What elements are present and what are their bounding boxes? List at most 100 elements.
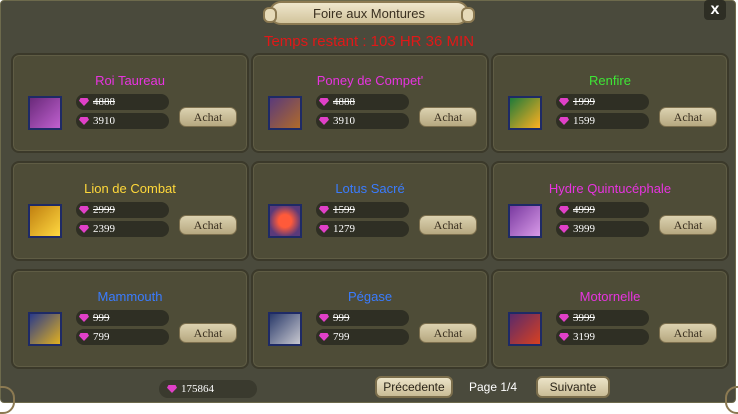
- gem-balance: 175864: [159, 380, 257, 398]
- price: 1279: [333, 223, 355, 235]
- gem-icon: [319, 117, 329, 125]
- gem-icon: [319, 225, 329, 233]
- gem-icon: [559, 314, 569, 322]
- old-price-row: 1599: [316, 202, 409, 218]
- buy-button[interactable]: Achat: [659, 107, 717, 127]
- price: 3999: [573, 223, 595, 235]
- price: 1599: [573, 115, 595, 127]
- mammoth-mount-icon[interactable]: [28, 312, 62, 346]
- mount-name: Lotus Sacré: [335, 181, 405, 196]
- gem-icon: [79, 225, 89, 233]
- gem-icon: [559, 206, 569, 214]
- old-price-row: 4888: [76, 94, 169, 110]
- old-price: 4888: [93, 96, 115, 108]
- window-title: Foire aux Montures: [263, 1, 475, 25]
- gem-icon: [319, 314, 329, 322]
- gem-icon: [559, 98, 569, 106]
- price-row: 3999: [556, 221, 649, 237]
- mount-name: Roi Taureau: [95, 73, 165, 88]
- gem-icon: [79, 98, 89, 106]
- old-price-row: 999: [316, 310, 409, 326]
- corner-ornament: [725, 386, 738, 414]
- gem-icon: [319, 333, 329, 341]
- corner-ornament: [0, 386, 15, 414]
- price: 3910: [93, 115, 115, 127]
- old-price-row: 1999: [556, 94, 649, 110]
- price-row: 3910: [76, 113, 169, 129]
- hydra-mount-icon[interactable]: [508, 204, 542, 238]
- mount-name: Poney de Compet': [316, 73, 424, 88]
- bull-mount-icon[interactable]: [28, 96, 62, 130]
- old-price: 999: [333, 312, 350, 324]
- buy-button[interactable]: Achat: [659, 323, 717, 343]
- buy-button[interactable]: Achat: [659, 215, 717, 235]
- mount-name: Hydre Quintucéphale: [548, 181, 672, 196]
- mount-name: Motornelle: [579, 289, 641, 304]
- mount-card: Motornelle 3999 3199 Achat: [491, 269, 729, 369]
- gem-icon: [559, 117, 569, 125]
- gem-icon: [79, 333, 89, 341]
- window-title-text: Foire aux Montures: [313, 5, 425, 21]
- price-row: 1599: [556, 113, 649, 129]
- buy-button[interactable]: Achat: [419, 323, 477, 343]
- old-price-row: 2999: [76, 202, 169, 218]
- mount-name: Lion de Combat: [84, 181, 176, 196]
- mount-card: Poney de Compet' 4888 3910 Achat: [251, 53, 489, 153]
- close-button[interactable]: x: [704, 0, 726, 20]
- buy-button[interactable]: Achat: [419, 215, 477, 235]
- gem-icon: [79, 117, 89, 125]
- buy-button[interactable]: Achat: [419, 107, 477, 127]
- gem-icon: [79, 314, 89, 322]
- old-price: 999: [93, 312, 110, 324]
- old-price: 4999: [573, 204, 595, 216]
- old-price-row: 3999: [556, 310, 649, 326]
- gem-icon: [559, 225, 569, 233]
- buy-button[interactable]: Achat: [179, 323, 237, 343]
- mount-name: Mammouth: [97, 289, 163, 304]
- balance-value: 175864: [181, 383, 214, 395]
- pony-mount-icon[interactable]: [268, 96, 302, 130]
- time-remaining: Temps restant : 103 HR 36 MIN: [263, 33, 475, 50]
- previous-page-button[interactable]: Précedente: [375, 376, 453, 398]
- mount-card: Lotus Sacré 1599 1279 Achat: [251, 161, 489, 261]
- motorcycle-mount-icon[interactable]: [508, 312, 542, 346]
- old-price: 1599: [333, 204, 355, 216]
- old-price-row: 999: [76, 310, 169, 326]
- pegasus-mount-icon[interactable]: [268, 312, 302, 346]
- price: 2399: [93, 223, 115, 235]
- next-page-button[interactable]: Suivante: [536, 376, 610, 398]
- price-row: 799: [316, 329, 409, 345]
- fire-mount-icon[interactable]: [508, 96, 542, 130]
- buy-button[interactable]: Achat: [179, 107, 237, 127]
- mount-name: Renfire: [589, 73, 631, 88]
- old-price-row: 4999: [556, 202, 649, 218]
- close-icon: x: [710, 1, 720, 18]
- mount-name: Pégase: [347, 289, 393, 304]
- buy-button[interactable]: Achat: [179, 215, 237, 235]
- mount-card: Roi Taureau 4888 3910 Achat: [11, 53, 249, 153]
- gem-icon: [167, 385, 177, 393]
- old-price: 2999: [93, 204, 115, 216]
- price: 3199: [573, 331, 595, 343]
- old-price: 4888: [333, 96, 355, 108]
- gem-icon: [559, 333, 569, 341]
- price-row: 799: [76, 329, 169, 345]
- price: 799: [333, 331, 350, 343]
- mount-card: Lion de Combat 2999 2399 Achat: [11, 161, 249, 261]
- mount-card: Pégase 999 799 Achat: [251, 269, 489, 369]
- old-price: 1999: [573, 96, 595, 108]
- gem-icon: [319, 206, 329, 214]
- gem-icon: [319, 98, 329, 106]
- price-row: 1279: [316, 221, 409, 237]
- lotus-mount-icon[interactable]: [268, 204, 302, 238]
- mount-card: Renfire 1999 1599 Achat: [491, 53, 729, 153]
- old-price-row: 4888: [316, 94, 409, 110]
- price: 799: [93, 331, 110, 343]
- lion-mount-icon[interactable]: [28, 204, 62, 238]
- mount-shop-window: Foire aux Montures x Temps restant : 103…: [0, 0, 738, 414]
- mount-card: Mammouth 999 799 Achat: [11, 269, 249, 369]
- page-indicator: Page 1/4: [468, 380, 518, 394]
- price-row: 3199: [556, 329, 649, 345]
- price: 3910: [333, 115, 355, 127]
- old-price: 3999: [573, 312, 595, 324]
